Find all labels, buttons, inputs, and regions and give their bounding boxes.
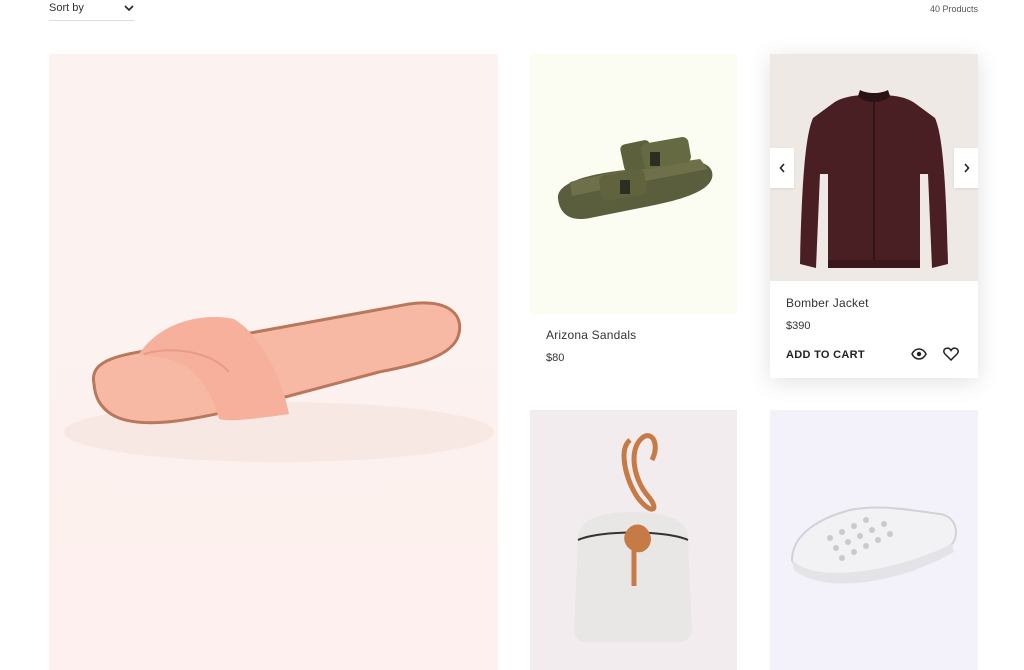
- product-image-bomber-jacket[interactable]: [770, 54, 978, 281]
- carousel-prev-button[interactable]: [770, 148, 794, 188]
- bucket-bag-image: [574, 433, 692, 642]
- wishlist-button[interactable]: [943, 347, 959, 366]
- carousel-next-button[interactable]: [954, 148, 978, 188]
- heart-icon: [943, 347, 959, 362]
- product-image-slip-on-sneaker[interactable]: [770, 410, 978, 670]
- sort-by-label: Sort by: [49, 2, 84, 14]
- product-price: $390: [786, 320, 811, 332]
- product-name[interactable]: Bomber Jacket: [786, 296, 869, 310]
- featured-product-image[interactable]: [49, 54, 498, 670]
- product-image-bucket-bag[interactable]: [530, 410, 737, 670]
- product-price: $80: [546, 352, 565, 364]
- product-name[interactable]: Arizona Sandals: [546, 328, 636, 342]
- eye-icon: [911, 348, 927, 360]
- add-to-cart-button[interactable]: ADD TO CART: [786, 349, 865, 361]
- peach-slide-sandal-image: [64, 301, 494, 462]
- chevron-right-icon: [963, 163, 970, 173]
- product-count: 40 Products: [929, 4, 978, 14]
- bomber-jacket-image: [800, 90, 948, 268]
- chevron-left-icon: [778, 163, 785, 173]
- green-sandals-image: [557, 136, 713, 220]
- sort-by-dropdown[interactable]: Sort by: [49, 0, 134, 21]
- slip-on-sneaker-image: [790, 506, 957, 584]
- product-card-bomber-jacket[interactable]: Bomber Jacket $390 ADD TO CART: [770, 54, 978, 378]
- product-image-arizona-sandals[interactable]: [530, 54, 737, 314]
- quick-view-button[interactable]: [911, 347, 927, 365]
- chevron-down-icon: [124, 5, 134, 12]
